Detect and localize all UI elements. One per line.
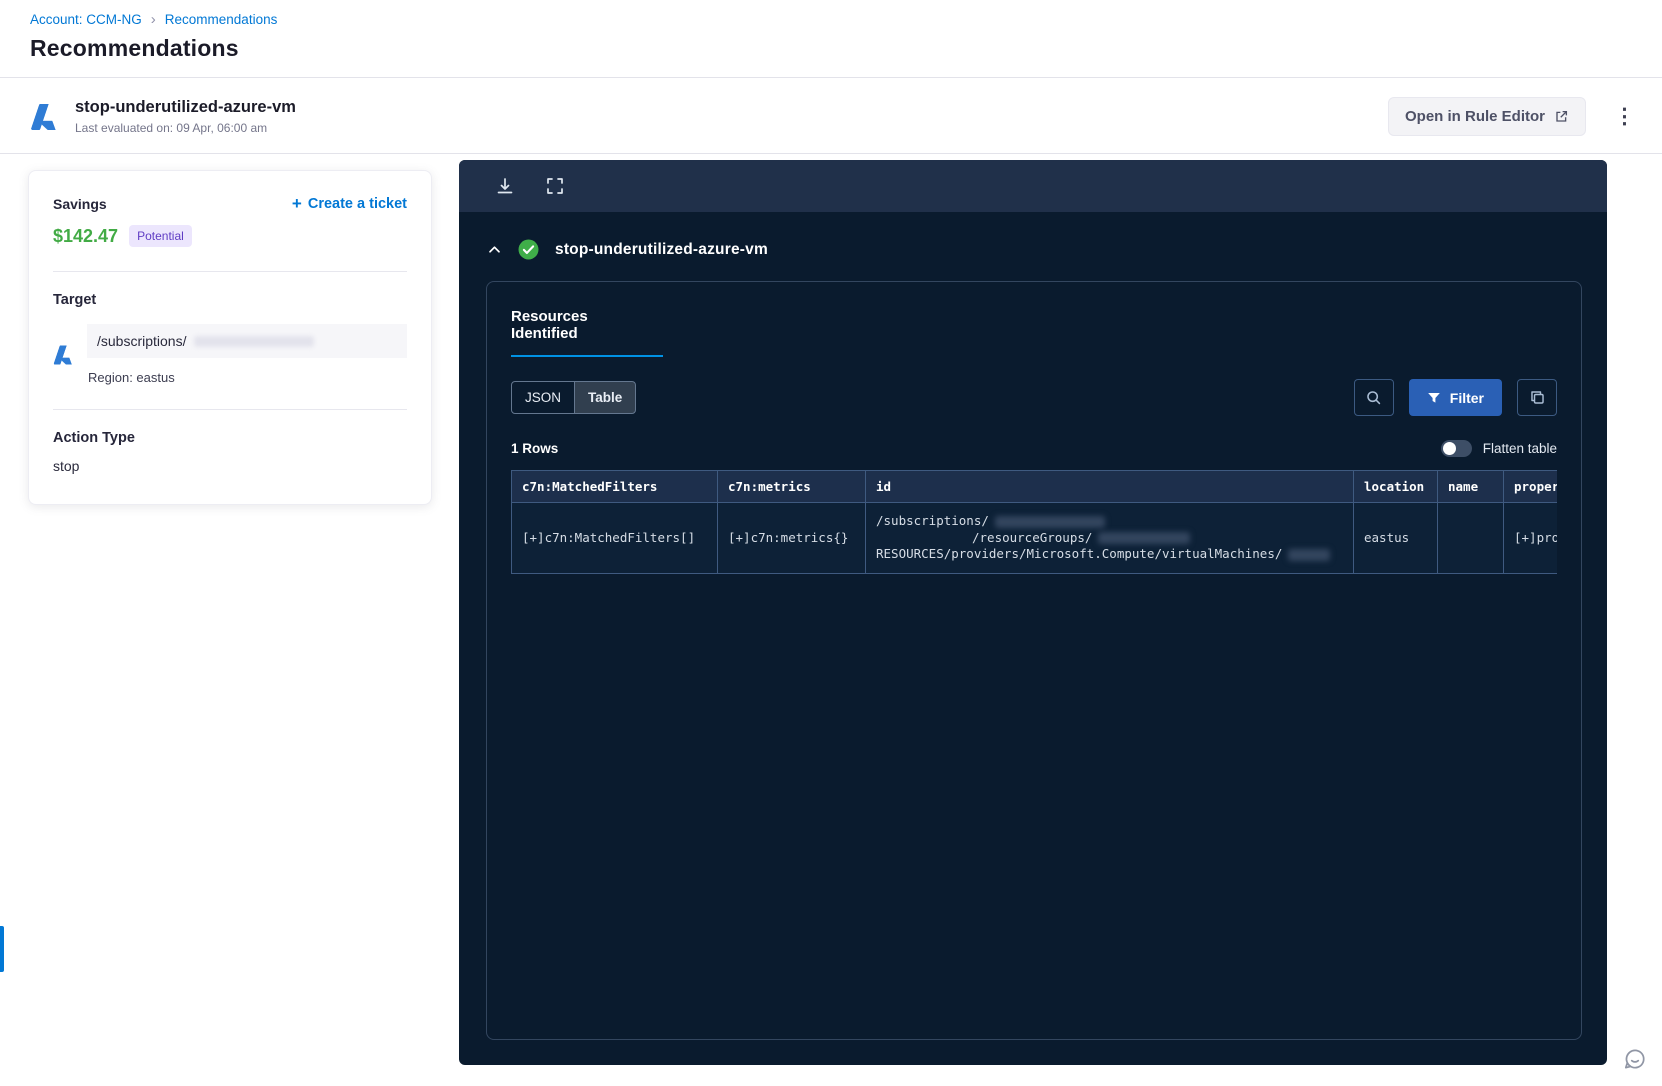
target-region: Region: eastus <box>88 370 175 385</box>
filter-funnel-icon <box>1427 392 1440 403</box>
card-divider <box>53 271 407 272</box>
column-header[interactable]: name <box>1437 470 1504 503</box>
column-header[interactable]: id <box>865 470 1354 503</box>
recommendation-title-block: stop-underutilized-azure-vm Last evaluat… <box>75 98 296 135</box>
target-label: Target <box>53 292 97 308</box>
column-header[interactable]: c7n:metrics <box>717 470 866 503</box>
create-ticket-label: Create a ticket <box>307 195 407 212</box>
id-line: RESOURCES/providers/Microsoft.Compute/vi… <box>876 546 1343 563</box>
expandable-value[interactable]: [+]c7n:MatchedFilters[] <box>522 530 695 545</box>
search-button[interactable] <box>1353 379 1394 416</box>
download-icon[interactable] <box>495 176 515 196</box>
flatten-table-label: Flatten table <box>1482 441 1557 456</box>
table-row: [+]c7n:MatchedFilters[] [+]c7n:metrics{}… <box>511 502 1557 574</box>
redacted-value <box>1098 532 1191 544</box>
action-type-value: stop <box>53 458 80 474</box>
header-actions: Open in Rule Editor ⋮ <box>1387 97 1635 136</box>
potential-badge: Potential <box>129 225 192 247</box>
external-link-icon <box>1556 110 1568 122</box>
main-content: Savings + Create a ticket $142.47 Potent… <box>0 154 1662 1065</box>
success-check-icon <box>518 239 539 260</box>
policy-titlebar: stop-underutilized-azure-vm <box>459 212 1607 260</box>
recommendation-details-card: Savings + Create a ticket $142.47 Potent… <box>28 170 432 505</box>
tab-resources-identified[interactable]: Resources Identified <box>511 298 663 357</box>
breadcrumb-recommendations-link[interactable]: Recommendations <box>165 12 278 27</box>
target-path: /subscriptions/ <box>97 333 187 349</box>
expandable-value[interactable]: [+]c7n:metrics{} <box>728 530 848 545</box>
cell-location: eastus <box>1353 502 1438 574</box>
expandable-value[interactable]: [+]properties{} <box>1514 530 1557 545</box>
column-header[interactable]: c7n:MatchedFilters <box>511 470 718 503</box>
recommendation-title: stop-underutilized-azure-vm <box>75 98 296 116</box>
search-icon <box>1367 391 1381 405</box>
chevron-up-icon[interactable] <box>487 242 502 257</box>
chat-help-icon[interactable] <box>1622 1046 1648 1072</box>
more-options-kebab-icon[interactable]: ⋮ <box>1614 106 1635 127</box>
filter-button[interactable]: Filter <box>1408 379 1502 416</box>
cell-matched-filters[interactable]: [+]c7n:MatchedFilters[] <box>511 502 718 574</box>
target-path-row: /subscriptions/ <box>87 324 407 358</box>
tabs-bar: Resources Identified <box>511 298 1557 357</box>
policy-title: stop-underutilized-azure-vm <box>555 240 768 258</box>
view-toggle-json[interactable]: JSON <box>512 382 574 413</box>
fullscreen-icon[interactable] <box>545 176 565 196</box>
breadcrumb: Account: CCM-NG › Recommendations <box>0 0 1662 27</box>
savings-amount: $142.47 <box>53 225 119 246</box>
id-line: /subscriptions/ <box>876 513 1343 530</box>
create-ticket-button[interactable]: + Create a ticket <box>292 195 407 212</box>
filter-button-label: Filter <box>1449 389 1484 406</box>
card-divider <box>53 409 407 410</box>
column-header[interactable]: properties <box>1503 470 1557 503</box>
rows-info-bar: 1 Rows Flatten table <box>511 440 1557 457</box>
copy-button[interactable] <box>1517 379 1557 416</box>
column-header[interactable]: location <box>1353 470 1438 503</box>
flatten-table-control: Flatten table <box>1440 440 1557 457</box>
cell-properties[interactable]: [+]properties{} <box>1503 502 1557 574</box>
page-title: Recommendations <box>30 35 239 61</box>
resources-table: c7n:MatchedFilters c7n:metrics id locati… <box>511 470 1557 574</box>
azure-logo-icon <box>31 103 56 130</box>
table-header-row: c7n:MatchedFilters c7n:metrics id locati… <box>511 470 1557 503</box>
cell-id: /subscriptions/ /resourceGroups/ RESOURC… <box>865 502 1354 574</box>
open-rule-editor-label: Open in Rule Editor <box>1404 108 1545 125</box>
left-edge-accent <box>0 926 4 972</box>
cell-name <box>1437 502 1504 574</box>
savings-label: Savings <box>53 195 107 212</box>
resources-identified-panel: Resources Identified JSON Table Filter 1… <box>486 281 1582 1040</box>
plus-icon: + <box>291 194 302 213</box>
id-line: /resourceGroups/ <box>972 530 1343 547</box>
last-evaluated-text: Last evaluated on: 09 Apr, 06:00 am <box>75 121 268 135</box>
toggle-knob <box>1442 442 1456 455</box>
results-toolbar <box>459 160 1607 212</box>
open-rule-editor-button[interactable]: Open in Rule Editor <box>1387 97 1586 136</box>
view-toggle-table[interactable]: Table <box>574 382 636 413</box>
copy-icon <box>1530 391 1544 404</box>
row-count: 1 Rows <box>511 441 559 456</box>
azure-logo-icon <box>53 344 72 364</box>
action-type-label: Action Type <box>53 430 135 446</box>
breadcrumb-account-link[interactable]: Account: CCM-NG <box>30 12 142 27</box>
view-toggle: JSON Table <box>511 381 637 414</box>
redacted-value <box>194 335 315 347</box>
redacted-value <box>1288 548 1331 561</box>
flatten-table-toggle[interactable] <box>1440 440 1472 457</box>
redacted-value <box>994 515 1105 528</box>
recommendation-header: stop-underutilized-azure-vm Last evaluat… <box>0 78 1662 153</box>
table-controls: JSON Table Filter <box>511 379 1557 416</box>
target-block: /subscriptions/ Region: eastus <box>53 324 407 385</box>
resources-table-wrap: c7n:MatchedFilters c7n:metrics id locati… <box>511 470 1557 1015</box>
cell-metrics[interactable]: [+]c7n:metrics{} <box>717 502 866 574</box>
chevron-right-icon: › <box>150 11 156 28</box>
policy-results-panel: stop-underutilized-azure-vm Resources Id… <box>459 160 1607 1065</box>
